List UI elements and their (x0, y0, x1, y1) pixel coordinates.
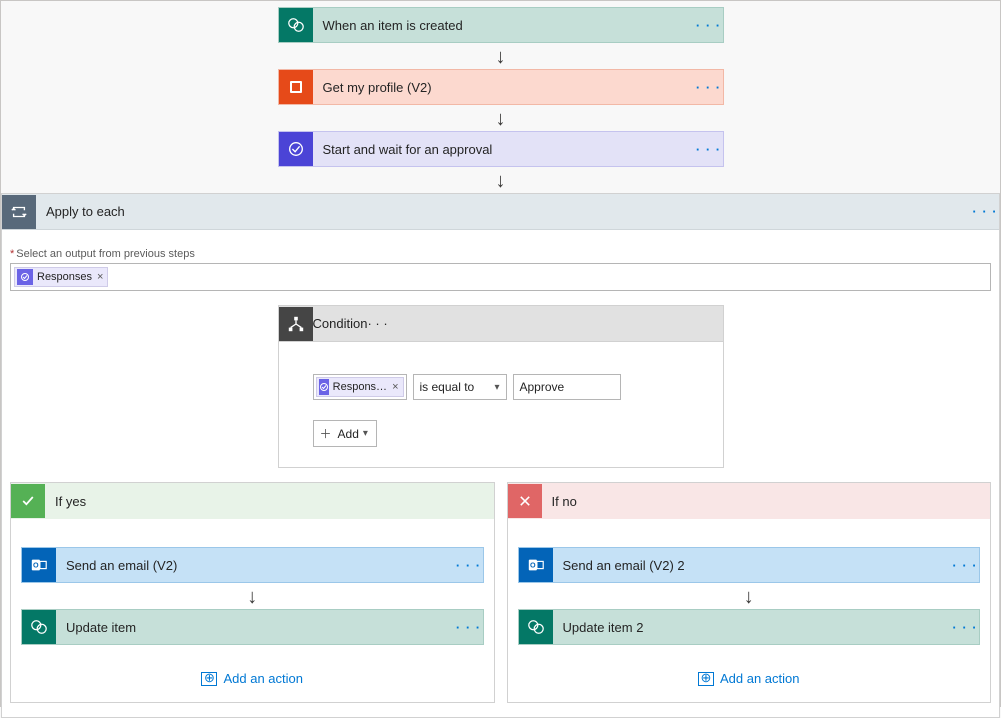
update-item-yes-menu[interactable]: · · · (455, 620, 483, 635)
if-yes-label: If yes (45, 494, 86, 509)
top-flow-area: When an item is created · · · ↓ Get my p… (1, 1, 1000, 193)
approval-label: Start and wait for an approval (313, 142, 695, 157)
if-yes-header[interactable]: If yes (11, 483, 494, 519)
condition-row: Respons… × is equal to ▾ Approve (313, 374, 703, 400)
update-item-yes-label: Update item (56, 620, 455, 635)
required-star: * (10, 248, 14, 260)
if-no-body: O Send an email (V2) 2 · · · ↓ Update it… (508, 519, 991, 702)
arrow-down-icon: ↓ (247, 587, 257, 607)
send-email-no-menu[interactable]: · · · (951, 558, 979, 573)
update-item-yes-card[interactable]: Update item · · · (21, 609, 484, 645)
send-email-yes-menu[interactable]: · · · (455, 558, 483, 573)
add-action-icon: ⊕ (698, 672, 714, 686)
condition-menu[interactable]: · · · (367, 316, 387, 331)
trigger-card[interactable]: When an item is created · · · (278, 7, 724, 43)
send-email-yes-card[interactable]: O Send an email (V2) · · · (21, 547, 484, 583)
send-email-no-card[interactable]: O Send an email (V2) 2 · · · (518, 547, 981, 583)
condition-branches: If yes O Send an email (V2) · · · ↓ (2, 482, 999, 717)
office-icon (279, 70, 313, 104)
if-yes-body: O Send an email (V2) · · · ↓ Update item… (11, 519, 494, 702)
condition-right-operand[interactable]: Approve (513, 374, 621, 400)
sharepoint-icon (519, 610, 553, 644)
add-action-icon: ⊕ (201, 672, 217, 686)
responses-token[interactable]: Responses × (14, 267, 108, 287)
svg-text:O: O (530, 561, 536, 570)
condition-body: Respons… × is equal to ▾ Approve ＋ Add (279, 342, 723, 467)
profile-menu[interactable]: · · · (695, 80, 723, 95)
profile-card[interactable]: Get my profile (V2) · · · (278, 69, 724, 105)
if-no-branch: If no O Send an email (V2) 2 · · · ↓ (507, 482, 992, 703)
sharepoint-icon (22, 610, 56, 644)
approval-menu[interactable]: · · · (695, 142, 723, 157)
loop-icon (2, 195, 36, 229)
send-email-no-label: Send an email (V2) 2 (553, 558, 952, 573)
add-action-yes[interactable]: ⊕ Add an action (201, 671, 303, 686)
token-remove-icon[interactable]: × (392, 381, 398, 393)
apply-to-each-menu[interactable]: · · · (971, 204, 999, 219)
check-icon (11, 484, 45, 518)
output-selector-label: *Select an output from previous steps (10, 248, 999, 260)
plus-icon: ＋ (320, 425, 332, 442)
condition-icon (279, 307, 313, 341)
condition-header[interactable]: Condition · · · (279, 306, 723, 342)
if-yes-branch: If yes O Send an email (V2) · · · ↓ (10, 482, 495, 703)
condition-operator-dropdown[interactable]: is equal to ▾ (413, 374, 507, 400)
chevron-down-icon: ▾ (494, 382, 499, 393)
arrow-down-icon: ↓ (496, 47, 506, 67)
token-approval-icon (17, 269, 33, 285)
condition-label: Condition (313, 316, 368, 331)
output-token-field[interactable]: Responses × (10, 263, 991, 291)
arrow-down-icon: ↓ (496, 171, 506, 191)
condition-left-operand[interactable]: Respons… × (313, 374, 407, 400)
token-approval-icon (319, 379, 329, 395)
update-item-no-menu[interactable]: · · · (951, 620, 979, 635)
responses-token-small: Respons… × (316, 377, 404, 397)
add-action-no[interactable]: ⊕ Add an action (698, 671, 800, 686)
apply-to-each-container: Apply to each · · · *Select an output fr… (1, 193, 1000, 718)
apply-to-each-label: Apply to each (36, 204, 971, 219)
token-remove-icon[interactable]: × (97, 271, 103, 283)
approval-card[interactable]: Start and wait for an approval · · · (278, 131, 724, 167)
if-no-header[interactable]: If no (508, 483, 991, 519)
arrow-down-icon: ↓ (496, 109, 506, 129)
x-icon (508, 484, 542, 518)
update-item-no-label: Update item 2 (553, 620, 952, 635)
chevron-down-icon: ▾ (363, 428, 368, 439)
apply-to-each-header[interactable]: Apply to each · · · (2, 194, 999, 230)
profile-label: Get my profile (V2) (313, 80, 695, 95)
trigger-label: When an item is created (313, 18, 695, 33)
flow-designer-canvas: When an item is created · · · ↓ Get my p… (0, 0, 1001, 707)
condition-add-button[interactable]: ＋ Add ▾ (313, 420, 377, 447)
condition-card: Condition · · · Respons… × (278, 305, 724, 468)
send-email-yes-label: Send an email (V2) (56, 558, 455, 573)
outlook-icon: O (22, 548, 56, 582)
if-no-label: If no (542, 494, 577, 509)
approval-icon (279, 132, 313, 166)
svg-text:O: O (33, 561, 39, 570)
outlook-icon: O (519, 548, 553, 582)
arrow-down-icon: ↓ (744, 587, 754, 607)
update-item-no-card[interactable]: Update item 2 · · · (518, 609, 981, 645)
sharepoint-icon (279, 8, 313, 42)
trigger-menu[interactable]: · · · (695, 18, 723, 33)
